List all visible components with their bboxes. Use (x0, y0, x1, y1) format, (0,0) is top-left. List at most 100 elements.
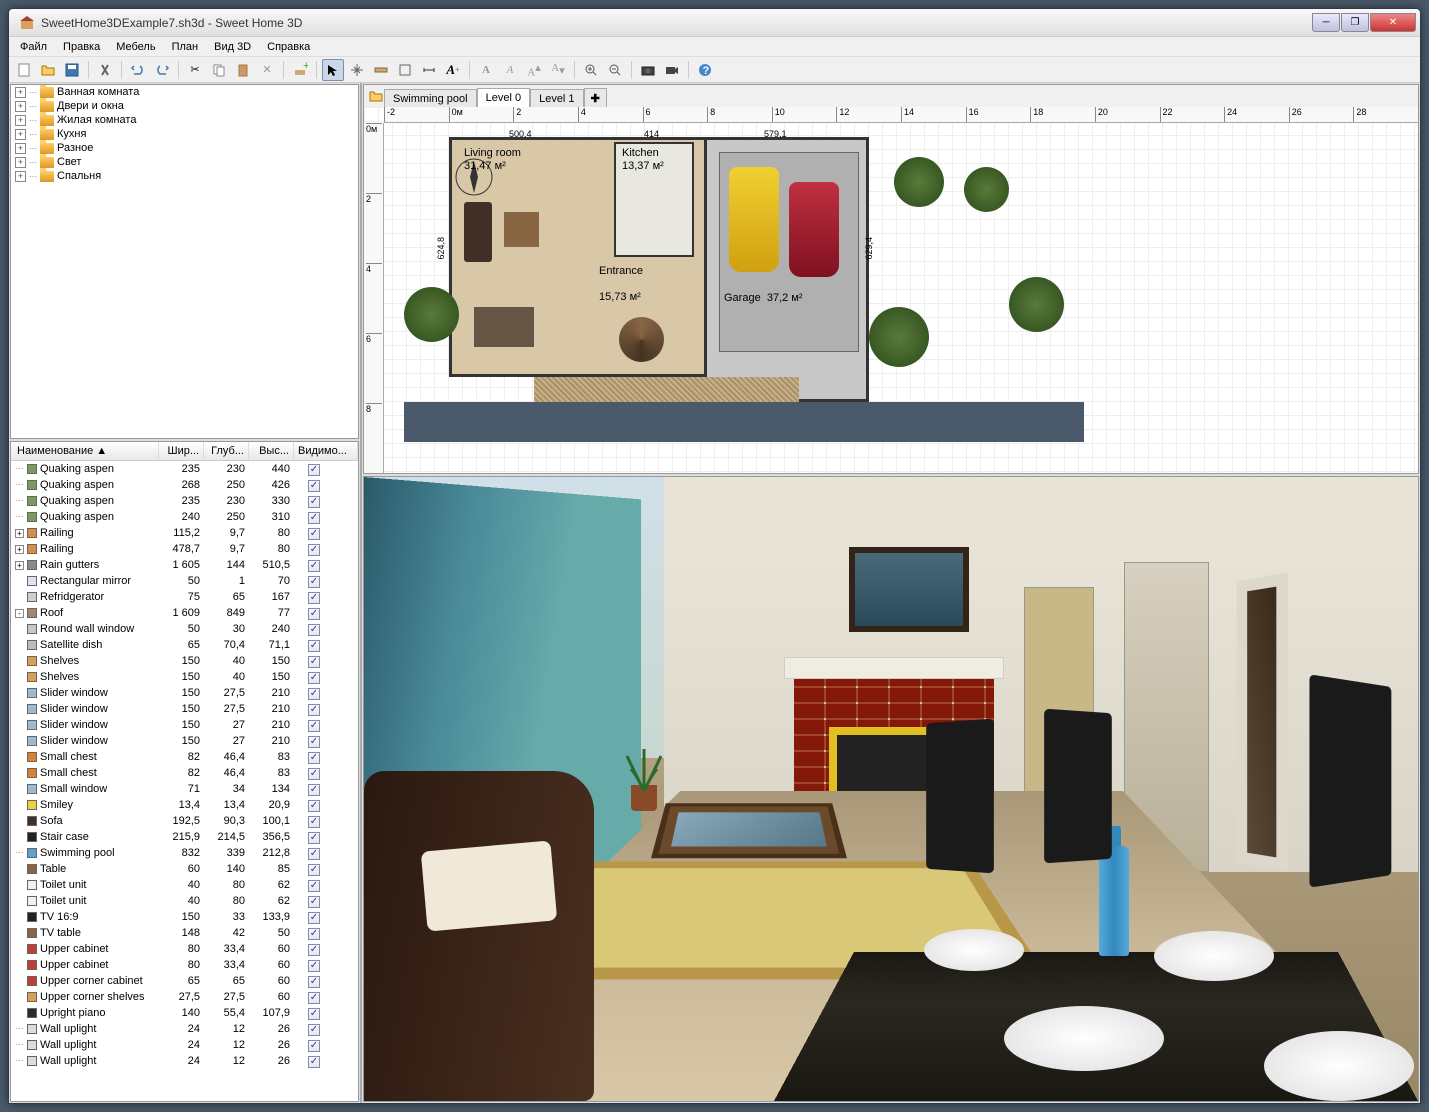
visibility-checkbox[interactable]: ✓ (308, 592, 320, 604)
col-width-header[interactable]: Шир... (159, 442, 204, 460)
table-row[interactable]: Shelves15040150✓ (11, 653, 358, 669)
menu-файл[interactable]: Файл (13, 39, 54, 55)
wall-tool[interactable] (370, 59, 392, 81)
table-header[interactable]: Наименование ▲ Шир... Глуб... Выс... Вид… (11, 442, 358, 461)
expand-icon[interactable]: - (15, 609, 24, 618)
menu-план[interactable]: План (165, 39, 206, 55)
catalog-category[interactable]: +⋯Жилая комната (11, 113, 358, 127)
furniture-catalog[interactable]: +⋯Ванная комната+⋯Двери и окна+⋯Жилая ко… (10, 84, 359, 439)
catalog-category[interactable]: +⋯Разное (11, 141, 358, 155)
table-row[interactable]: Stair case215,9214,5356,5✓ (11, 829, 358, 845)
visibility-checkbox[interactable]: ✓ (308, 656, 320, 668)
table-row[interactable]: Slider window15027210✓ (11, 733, 358, 749)
expand-icon[interactable]: + (15, 101, 26, 112)
menu-справка[interactable]: Справка (260, 39, 317, 55)
paste-button[interactable] (232, 59, 254, 81)
table-row[interactable]: ⋯Wall uplight241226✓ (11, 1053, 358, 1069)
visibility-checkbox[interactable]: ✓ (308, 464, 320, 476)
open-button[interactable] (37, 59, 59, 81)
visibility-checkbox[interactable]: ✓ (308, 992, 320, 1004)
expand-icon[interactable]: + (15, 87, 26, 98)
table-row[interactable]: -Roof1 60984977✓ (11, 605, 358, 621)
table-row[interactable]: Slider window15027,5210✓ (11, 685, 358, 701)
visibility-checkbox[interactable]: ✓ (308, 1040, 320, 1052)
undo-button[interactable] (127, 59, 149, 81)
col-depth-header[interactable]: Глуб... (204, 442, 249, 460)
visibility-checkbox[interactable]: ✓ (308, 1024, 320, 1036)
save-button[interactable] (61, 59, 83, 81)
table-row[interactable]: Upper corner shelves27,527,560✓ (11, 989, 358, 1005)
plan-canvas[interactable]: -20м246810121416182022242628 0м246810 (364, 107, 1418, 473)
table-row[interactable]: Upright piano14055,4107,9✓ (11, 1005, 358, 1021)
pan-tool[interactable] (346, 59, 368, 81)
table-row[interactable]: Satellite dish6570,471,1✓ (11, 637, 358, 653)
visibility-checkbox[interactable]: ✓ (308, 544, 320, 556)
visibility-checkbox[interactable]: ✓ (308, 816, 320, 828)
visibility-checkbox[interactable]: ✓ (308, 944, 320, 956)
table-row[interactable]: TV table1484250✓ (11, 925, 358, 941)
table-row[interactable]: ⋯Wall uplight241226✓ (11, 1037, 358, 1053)
catalog-category[interactable]: +⋯Двери и окна (11, 99, 358, 113)
visibility-checkbox[interactable]: ✓ (308, 864, 320, 876)
table-row[interactable]: ⋯Quaking aspen235230440✓ (11, 461, 358, 477)
zoom-in-button[interactable] (580, 59, 602, 81)
table-row[interactable]: Upper corner cabinet656560✓ (11, 973, 358, 989)
delete-button[interactable]: ✕ (256, 59, 278, 81)
help-button[interactable]: ? (694, 59, 716, 81)
new-button[interactable] (13, 59, 35, 81)
add-furniture-button[interactable]: + (289, 59, 311, 81)
tab-level-1[interactable]: Level 1 (530, 89, 583, 108)
visibility-checkbox[interactable]: ✓ (308, 608, 320, 620)
video-button[interactable] (661, 59, 683, 81)
col-height-header[interactable]: Выс... (249, 442, 294, 460)
photo-button[interactable] (637, 59, 659, 81)
expand-icon[interactable]: + (15, 171, 26, 182)
visibility-checkbox[interactable]: ✓ (308, 896, 320, 908)
table-row[interactable]: Upper cabinet8033,460✓ (11, 941, 358, 957)
dimension-tool[interactable] (418, 59, 440, 81)
text-bold-button[interactable]: A (475, 59, 497, 81)
table-row[interactable]: Table6014085✓ (11, 861, 358, 877)
copy-button[interactable] (208, 59, 230, 81)
visibility-checkbox[interactable]: ✓ (308, 1056, 320, 1068)
table-row[interactable]: Small window7134134✓ (11, 781, 358, 797)
expand-icon[interactable]: + (15, 143, 26, 154)
zoom-out-button[interactable] (604, 59, 626, 81)
table-row[interactable]: Small chest8246,483✓ (11, 765, 358, 781)
visibility-checkbox[interactable]: ✓ (308, 624, 320, 636)
table-row[interactable]: Slider window15027210✓ (11, 717, 358, 733)
expand-icon[interactable]: + (15, 561, 24, 570)
visibility-checkbox[interactable]: ✓ (308, 784, 320, 796)
expand-icon[interactable]: + (15, 157, 26, 168)
plan-view[interactable]: Swimming pool Level 0 Level 1 ✚ -20м2468… (363, 84, 1419, 474)
visibility-checkbox[interactable]: ✓ (308, 880, 320, 892)
tab-swimming-pool[interactable]: Swimming pool (384, 89, 477, 108)
table-row[interactable]: Rectangular mirror50170✓ (11, 573, 358, 589)
table-row[interactable]: +Railing478,79,780✓ (11, 541, 358, 557)
tab-level-0[interactable]: Level 0 (477, 88, 530, 108)
cut-button[interactable]: ✂ (184, 59, 206, 81)
visibility-checkbox[interactable]: ✓ (308, 832, 320, 844)
visibility-checkbox[interactable]: ✓ (308, 848, 320, 860)
visibility-checkbox[interactable]: ✓ (308, 672, 320, 684)
visibility-checkbox[interactable]: ✓ (308, 688, 320, 700)
menu-правка[interactable]: Правка (56, 39, 107, 55)
visibility-checkbox[interactable]: ✓ (308, 720, 320, 732)
table-row[interactable]: ⋯Wall uplight241226✓ (11, 1021, 358, 1037)
table-row[interactable]: ⋯Quaking aspen235230330✓ (11, 493, 358, 509)
visibility-checkbox[interactable]: ✓ (308, 752, 320, 764)
table-row[interactable]: Toilet unit408062✓ (11, 893, 358, 909)
view-3d[interactable] (363, 476, 1419, 1102)
catalog-category[interactable]: +⋯Кухня (11, 127, 358, 141)
table-row[interactable]: +Rain gutters1 605144510,5✓ (11, 557, 358, 573)
furniture-table[interactable]: Наименование ▲ Шир... Глуб... Выс... Вид… (10, 441, 359, 1102)
room-tool[interactable] (394, 59, 416, 81)
table-row[interactable]: Upper cabinet8033,460✓ (11, 957, 358, 973)
visibility-checkbox[interactable]: ✓ (308, 528, 320, 540)
text-tool[interactable]: A+ (442, 59, 464, 81)
menu-вид 3d[interactable]: Вид 3D (207, 39, 258, 55)
close-button[interactable]: ✕ (1370, 13, 1416, 32)
minimize-button[interactable]: ─ (1312, 13, 1340, 32)
visibility-checkbox[interactable]: ✓ (308, 800, 320, 812)
visibility-checkbox[interactable]: ✓ (308, 496, 320, 508)
